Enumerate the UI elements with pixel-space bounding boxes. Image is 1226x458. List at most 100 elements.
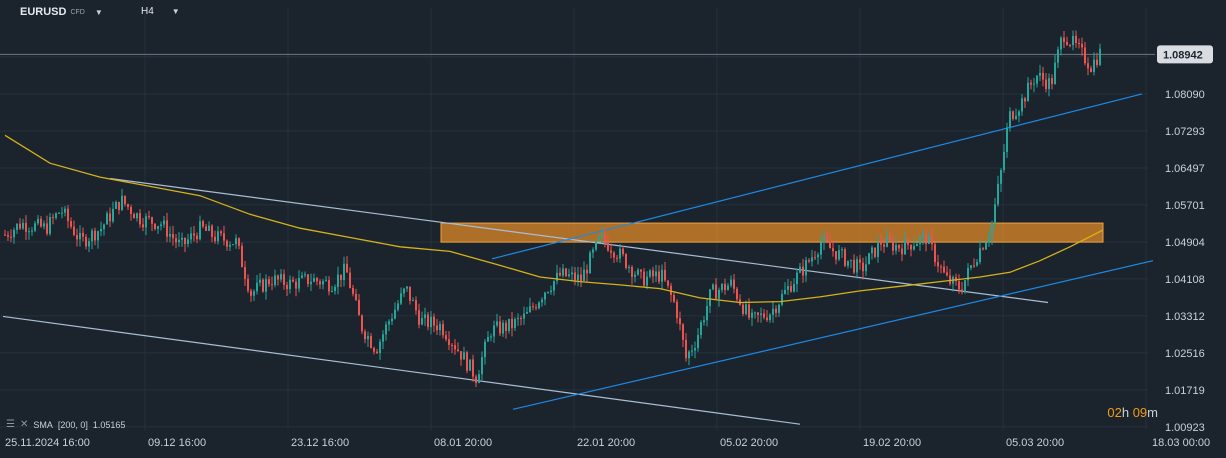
candle-body [493,325,495,337]
candle-body [94,230,96,241]
candle-body [628,267,630,269]
candle-body [469,359,471,371]
candle-body [607,241,609,251]
candle-body [136,213,138,219]
settings-icon[interactable]: ☰ [6,419,15,430]
candle-body [643,271,645,286]
candle-body [877,241,879,257]
candle-body [418,310,420,325]
candle-body [667,280,669,286]
candle-body [34,223,36,231]
candle-body [406,286,408,289]
indicator-value: 1.05165 [92,419,126,430]
candle-body [847,260,849,266]
candle-body [547,291,549,293]
candle-body [1075,35,1077,43]
candle-body [598,236,600,242]
candle-body [181,237,183,240]
candle-body [976,262,978,266]
candle-body [1045,79,1047,89]
candle-body [64,208,66,213]
candle-body [391,318,393,322]
candle-body [7,234,9,237]
candle-body [544,292,546,300]
candle-body [940,266,942,268]
candle-body [793,284,795,292]
close-icon[interactable]: ✕ [20,419,28,430]
candle-body [931,235,933,245]
y-tick-label: 1.01719 [1165,385,1205,397]
symbol-selector[interactable]: EURUSD CFD ▼ [20,6,103,18]
candle-body [631,267,633,277]
candle-body [925,233,927,244]
y-tick-label: 1.08090 [1165,89,1205,101]
candle-body [397,303,399,310]
candle-body [994,204,996,223]
candle-body [1033,83,1035,85]
chart-area[interactable]: 1.088901.080901.072931.064971.057011.049… [0,0,1226,458]
candle-body [484,341,486,358]
candle-body [442,324,444,336]
candle-body [664,269,666,281]
candle-body [481,357,483,375]
candle-body [1012,111,1014,119]
candle-body [1081,43,1083,48]
candle-body [178,239,180,243]
candle-body [475,376,477,384]
candle-body [394,309,396,319]
candle-body [205,226,207,231]
candle-body [640,269,642,272]
candle-body [388,321,390,325]
candle-body [352,287,354,294]
candle-body [142,224,144,228]
price-chart[interactable]: 1.088901.080901.072931.064971.057011.049… [0,0,1226,458]
candle-body [781,293,783,305]
candle-body [943,266,945,273]
candle-body [112,208,114,222]
candle-body [307,274,309,285]
candle-body [55,213,57,218]
candle-body [88,241,90,247]
chevron-down-icon[interactable]: ▼ [172,7,180,16]
candle-body [997,183,999,205]
candle-body [175,238,177,243]
candle-body [97,231,99,241]
candle-body [556,272,558,281]
timeframe-selector[interactable]: H4 ▼ [141,6,180,17]
candle-body [295,281,297,289]
candle-body [370,336,372,348]
candle-body [805,260,807,276]
candle-body [289,279,291,290]
candle-body [1066,42,1068,45]
candle-body [688,351,690,359]
candle-body [58,212,60,214]
indicator-legend: ☰ ✕ SMA [200, 0] 1.05165 [6,419,125,430]
candle-body [271,284,273,286]
candle-body [106,213,108,225]
candle-body [70,221,72,227]
candle-body [496,321,498,326]
timer-hours-unit: h [1121,405,1130,420]
candle-body [358,299,360,316]
candle-body [250,290,252,296]
candle-body [262,279,264,292]
candle-body [769,314,771,321]
candle-body [586,269,588,274]
candle-body [895,244,897,251]
candle-body [184,237,186,245]
candle-body [43,223,45,227]
candle-body [652,270,654,277]
candle-body [1048,78,1050,89]
chevron-down-icon[interactable]: ▼ [95,8,103,17]
candle-body [1021,98,1023,112]
candle-body [10,236,12,238]
candle-body [1069,44,1071,46]
candle-body [157,226,159,229]
candle-body [568,274,570,277]
candle-body [13,229,15,238]
candle-body [376,351,378,354]
candle-body [961,289,963,293]
candle-body [1018,111,1020,116]
candle-body [28,231,30,233]
candle-body [124,195,126,205]
